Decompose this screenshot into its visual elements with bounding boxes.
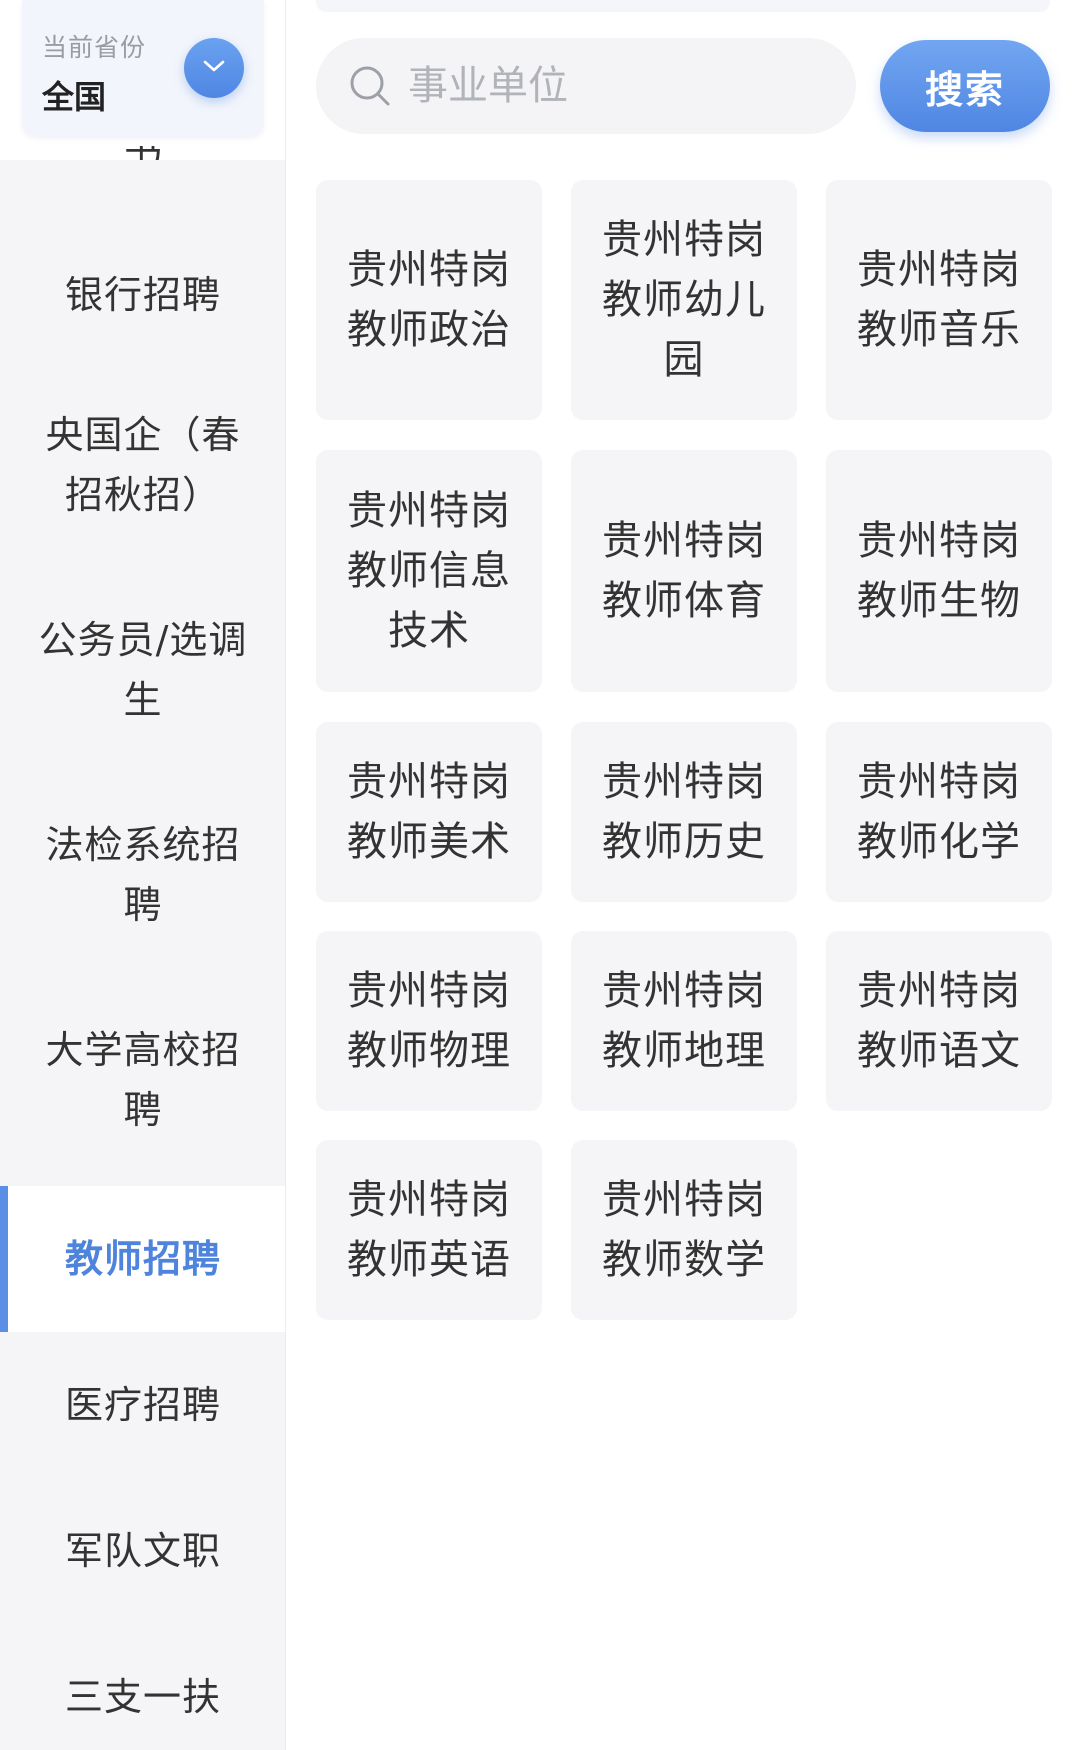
category-card[interactable]: 贵州特岗教师数学: [571, 1140, 797, 1320]
category-card[interactable]: 贵州特岗教师生物: [826, 450, 1052, 692]
category-card-label: 贵州特岗教师体育: [602, 518, 766, 624]
sidebar-item-label: 银行招聘: [64, 273, 221, 317]
category-card-label: 贵州特岗教师数学: [602, 1177, 766, 1283]
sidebar-item-label: 大学高校招聘: [45, 1028, 241, 1132]
category-card[interactable]: 贵州特岗教师英语: [316, 1140, 542, 1320]
app-root: 当前省份 全国 书 银行招聘 央国企（春招秋招） 公务员/选调生 法检系统招聘 …: [0, 0, 1080, 1750]
category-card[interactable]: 贵州特岗教师政治: [316, 180, 542, 420]
category-card-label: 贵州特岗教师政治: [347, 247, 511, 353]
category-card-label: 贵州特岗教师地理: [602, 968, 766, 1074]
sidebar-item-label: 教师招聘: [64, 1237, 221, 1281]
category-card-label: 贵州特岗教师音乐: [857, 247, 1021, 353]
sidebar-item-label: 医疗招聘: [64, 1383, 221, 1427]
search-button[interactable]: 搜索: [880, 40, 1050, 132]
category-card[interactable]: 贵州特岗教师化学: [826, 722, 1052, 902]
sidebar-item-teacher[interactable]: 教师招聘: [0, 1186, 285, 1332]
category-sidebar: 当前省份 全国 书 银行招聘 央国企（春招秋招） 公务员/选调生 法检系统招聘 …: [0, 0, 286, 1750]
category-card[interactable]: 贵州特岗教师历史: [571, 722, 797, 902]
category-card[interactable]: 贵州特岗教师语文: [826, 931, 1052, 1111]
category-card[interactable]: 贵州特岗教师体育: [571, 450, 797, 692]
sidebar-item-label: 公务员/选调生: [38, 618, 248, 722]
category-card-label: 贵州特岗教师英语: [347, 1177, 511, 1283]
sidebar-item-civil-servant[interactable]: 公务员/选调生: [0, 585, 285, 755]
province-value: 全国: [42, 78, 107, 116]
category-card[interactable]: 贵州特岗教师物理: [316, 931, 542, 1111]
category-card-label: 贵州特岗教师生物: [857, 518, 1021, 624]
category-card-label: 贵州特岗教师历史: [602, 759, 766, 865]
search-icon: [350, 66, 390, 106]
sidebar-item-cut[interactable]: 书: [0, 146, 285, 160]
sidebar-item-military[interactable]: 军队文职: [0, 1478, 285, 1624]
sidebar-item-court[interactable]: 法检系统招聘: [0, 790, 285, 960]
sidebar-item-bank[interactable]: 银行招聘: [0, 220, 285, 370]
sidebar-item-soe[interactable]: 央国企（春招秋招）: [0, 380, 285, 550]
sidebar-item-cut-label: 书: [124, 146, 162, 160]
category-card[interactable]: 贵州特岗教师音乐: [826, 180, 1052, 420]
category-card-label: 贵州特岗教师信息技术: [347, 488, 511, 654]
category-card-label: 贵州特岗教师物理: [347, 968, 511, 1074]
category-card[interactable]: 贵州特岗教师信息技术: [316, 450, 542, 692]
category-card-label: 贵州特岗教师美术: [347, 759, 511, 865]
category-card-label: 贵州特岗教师幼儿园: [602, 217, 766, 383]
sidebar-item-label: 军队文职: [64, 1529, 221, 1573]
top-banner-edge: [316, 0, 1050, 12]
sidebar-item-label: 央国企（春招秋招）: [45, 413, 241, 517]
chevron-down-icon[interactable]: [184, 38, 244, 98]
category-card[interactable]: 贵州特岗教师地理: [571, 931, 797, 1111]
province-label: 当前省份: [42, 33, 147, 62]
category-card-label: 贵州特岗教师化学: [857, 759, 1021, 865]
search-bar[interactable]: [316, 38, 856, 134]
province-selector[interactable]: 当前省份 全国: [22, 0, 264, 137]
sidebar-item-label: 法检系统招聘: [45, 823, 241, 927]
search-input[interactable]: [408, 56, 828, 116]
sidebar-item-university[interactable]: 大学高校招聘: [0, 995, 285, 1165]
category-card-label: 贵州特岗教师语文: [857, 968, 1021, 1074]
category-card[interactable]: 贵州特岗教师美术: [316, 722, 542, 902]
category-card[interactable]: 贵州特岗教师幼儿园: [571, 180, 797, 420]
sidebar-item-label: 三支一扶: [64, 1675, 221, 1719]
sidebar-item-sanzhi[interactable]: 三支一扶: [0, 1624, 285, 1750]
sidebar-item-medical[interactable]: 医疗招聘: [0, 1332, 285, 1478]
